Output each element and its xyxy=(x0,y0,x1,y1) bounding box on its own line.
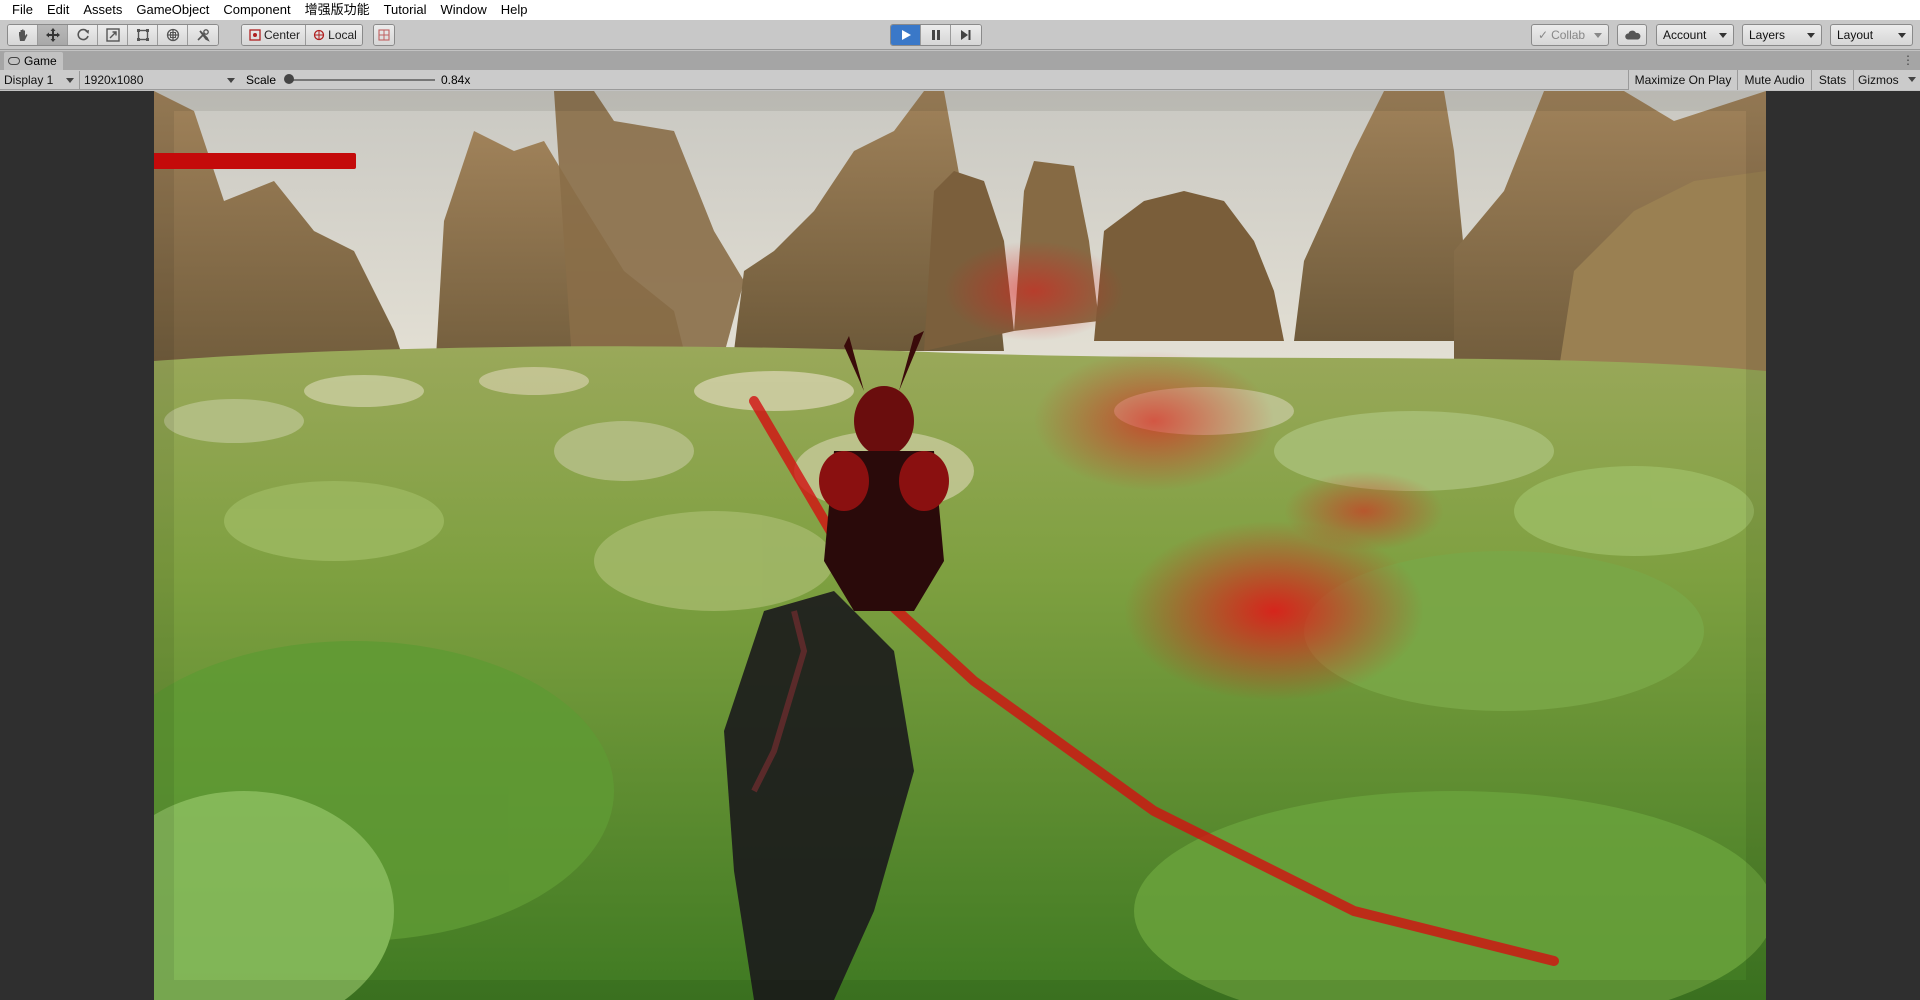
menu-edit[interactable]: Edit xyxy=(40,0,76,20)
move-tool-button[interactable] xyxy=(38,25,68,45)
cloud-button[interactable] xyxy=(1617,24,1647,46)
scale-tool-button[interactable] xyxy=(98,25,128,45)
menu-bar: File Edit Assets GameObject Component 增强… xyxy=(0,0,1920,20)
step-icon xyxy=(961,30,971,40)
chevron-down-icon xyxy=(1898,33,1906,38)
collab-dropdown[interactable]: ✓ Collab xyxy=(1531,24,1609,46)
transform-tools xyxy=(7,24,219,46)
rect-icon xyxy=(136,29,149,41)
stats-toggle[interactable]: Stats xyxy=(1811,70,1853,90)
chevron-down-icon xyxy=(1908,77,1916,82)
chevron-down-icon xyxy=(1807,33,1815,38)
cloud-icon xyxy=(1625,30,1641,40)
account-label: Account xyxy=(1663,28,1707,42)
play-icon xyxy=(901,30,911,40)
step-button[interactable] xyxy=(951,25,981,45)
space-label: Local xyxy=(328,28,357,42)
transform-icon xyxy=(166,28,179,42)
menu-component[interactable]: Component xyxy=(216,0,297,20)
menu-gameobject[interactable]: GameObject xyxy=(129,0,216,20)
main-toolbar: Center Local ✓ Collab Account Layers Lay… xyxy=(0,20,1920,50)
display-label: Display 1 xyxy=(4,73,54,87)
game-scene-render xyxy=(154,91,1766,1000)
pivot-center-button[interactable]: Center xyxy=(242,25,306,45)
snap-group xyxy=(373,24,395,46)
custom-tool-button[interactable] xyxy=(188,25,218,45)
chevron-down-icon xyxy=(66,78,74,83)
transform-tool-button[interactable] xyxy=(158,25,188,45)
play-button[interactable] xyxy=(891,25,921,45)
layout-label: Layout xyxy=(1837,28,1874,42)
collab-label: Collab xyxy=(1551,28,1586,42)
menu-help[interactable]: Help xyxy=(494,0,535,20)
resolution-dropdown[interactable]: 1920x1080 xyxy=(79,71,239,89)
chevron-down-icon xyxy=(1594,33,1602,38)
game-scene[interactable] xyxy=(154,91,1766,1000)
tab-game-label: Game xyxy=(24,54,57,68)
pause-button[interactable] xyxy=(921,25,951,45)
chevron-down-icon xyxy=(227,78,235,83)
pivot-icon xyxy=(249,29,261,41)
pivot-label: Center xyxy=(263,28,301,42)
tools-icon xyxy=(197,29,210,42)
layout-dropdown[interactable]: Layout xyxy=(1830,24,1913,46)
scale-value: 0.84x xyxy=(441,73,471,87)
menu-file[interactable]: File xyxy=(5,0,40,20)
menu-assets[interactable]: Assets xyxy=(76,0,129,20)
collab-check-icon: ✓ xyxy=(1538,28,1549,42)
scale-label: Scale xyxy=(246,73,277,87)
layers-dropdown[interactable]: Layers xyxy=(1742,24,1822,46)
rotate-tool-button[interactable] xyxy=(68,25,98,45)
rotate-icon xyxy=(76,28,89,41)
tab-game[interactable]: Game xyxy=(4,52,63,70)
play-controls xyxy=(890,24,982,46)
maximize-on-play-toggle[interactable]: Maximize On Play xyxy=(1628,70,1737,90)
scale-slider-track[interactable] xyxy=(288,79,435,81)
space-local-button[interactable]: Local xyxy=(306,25,362,45)
gizmos-label: Gizmos xyxy=(1858,73,1899,87)
gamepad-icon xyxy=(8,57,20,65)
maximize-on-play-label: Maximize On Play xyxy=(1634,73,1732,87)
scale-icon xyxy=(105,28,120,42)
move-icon xyxy=(45,28,60,42)
mute-audio-toggle[interactable]: Mute Audio xyxy=(1737,70,1811,90)
stats-label: Stats xyxy=(1818,73,1847,87)
chevron-down-icon xyxy=(1719,33,1727,38)
account-dropdown[interactable]: Account xyxy=(1656,24,1734,46)
hand-icon xyxy=(18,29,27,41)
hand-tool-button[interactable] xyxy=(8,25,38,45)
display-dropdown[interactable]: Display 1 xyxy=(0,71,78,89)
pivot-space-group: Center Local xyxy=(241,24,363,46)
menu-enhanced-features[interactable]: 增强版功能 xyxy=(298,0,377,20)
pause-icon xyxy=(931,30,940,40)
game-control-bar: Display 1 1920x1080 Scale 0.84x Maximize… xyxy=(0,70,1920,90)
layers-label: Layers xyxy=(1749,28,1786,42)
grid-snap-icon xyxy=(378,29,390,41)
gizmos-dropdown[interactable]: Gizmos xyxy=(1853,70,1920,90)
scale-slider-handle[interactable] xyxy=(284,74,294,84)
player-health-bar xyxy=(154,153,356,169)
menu-tutorial[interactable]: Tutorial xyxy=(377,0,434,20)
grid-snap-button[interactable] xyxy=(374,25,394,45)
rect-tool-button[interactable] xyxy=(128,25,158,45)
local-space-icon xyxy=(314,29,325,41)
menu-window[interactable]: Window xyxy=(433,0,493,20)
game-tab-bar: Game ⋮ xyxy=(0,51,1920,70)
resolution-label: 1920x1080 xyxy=(84,73,144,87)
mute-audio-label: Mute Audio xyxy=(1744,73,1805,87)
tab-menu-icon[interactable]: ⋮ xyxy=(1902,53,1914,67)
game-viewport[interactable] xyxy=(0,91,1920,1000)
